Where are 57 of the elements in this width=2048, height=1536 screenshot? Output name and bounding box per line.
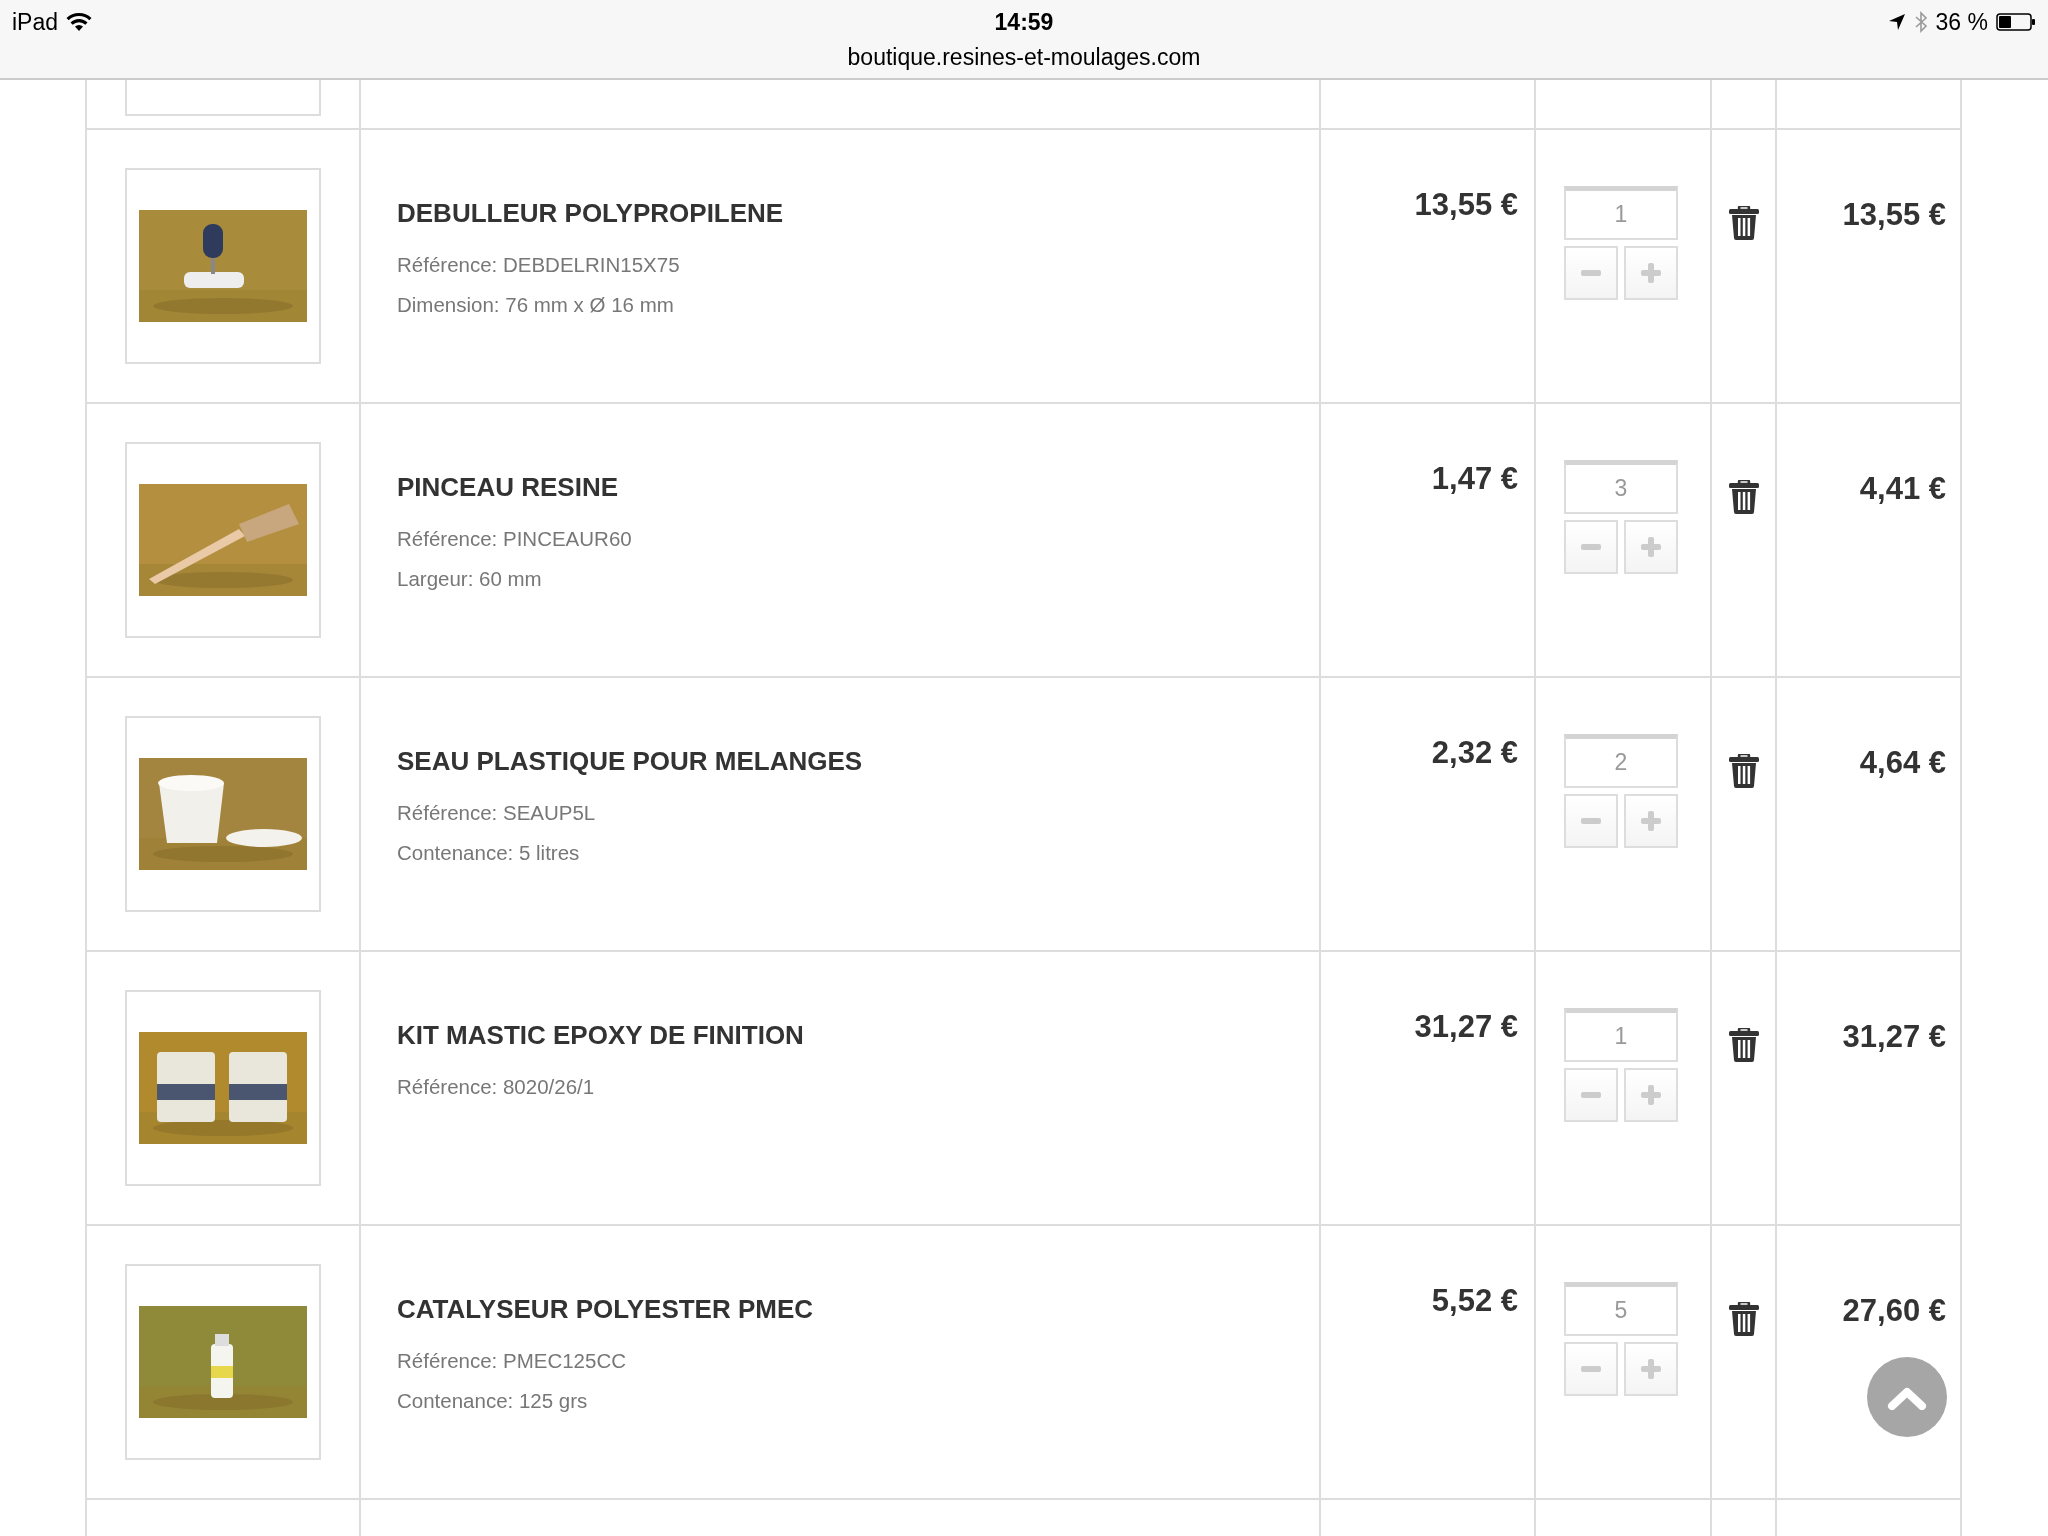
decrease-quantity-button[interactable] — [1564, 520, 1618, 574]
product-name[interactable]: CATALYSEUR POLYESTER PMEC — [397, 1290, 1319, 1329]
line-total: 27,60 € — [1842, 1293, 1946, 1328]
plus-icon — [1641, 811, 1661, 831]
line-total: 4,41 € — [1859, 471, 1946, 506]
product-detail: Référence: PMEC125CC — [397, 1348, 627, 1374]
trash-icon[interactable] — [1728, 1302, 1759, 1336]
plus-icon — [1641, 263, 1661, 283]
decrease-quantity-button[interactable] — [1564, 794, 1618, 848]
clock: 14:59 — [994, 7, 1054, 37]
trash-icon[interactable] — [1728, 754, 1759, 788]
line-total: 4,64 € — [1859, 745, 1946, 780]
product-detail: Largeur: 60 mm — [397, 566, 543, 592]
product-detail: Contenance: 5 litres — [397, 840, 581, 866]
product-name[interactable]: DEBULLEUR POLYPROPILENE — [397, 194, 1319, 233]
decrease-quantity-button[interactable] — [1564, 246, 1618, 300]
product-name[interactable]: KIT MASTIC EPOXY DE FINITION — [397, 1016, 1319, 1055]
increase-quantity-button[interactable] — [1624, 1342, 1678, 1396]
decrease-quantity-button[interactable] — [1564, 1342, 1618, 1396]
minus-icon — [1581, 544, 1601, 550]
unit-price: 13,55 € — [1414, 187, 1518, 222]
increase-quantity-button[interactable] — [1624, 520, 1678, 574]
trash-icon[interactable] — [1728, 1028, 1759, 1062]
address-bar-url[interactable]: boutique.resines-et-moulages.com — [847, 44, 1201, 70]
wifi-icon — [66, 12, 93, 32]
decrease-quantity-button[interactable] — [1564, 1068, 1618, 1122]
increase-quantity-button[interactable] — [1624, 794, 1678, 848]
location-arrow-icon — [1887, 13, 1906, 31]
device-name: iPad — [12, 7, 59, 37]
minus-icon — [1581, 270, 1601, 276]
plus-icon — [1641, 1359, 1661, 1379]
plus-icon — [1641, 537, 1661, 557]
product-detail: Dimension: 76 mm x Ø 16 mm — [397, 292, 675, 318]
unit-price: 5,52 € — [1431, 1283, 1518, 1318]
unit-price: 31,27 € — [1414, 1009, 1518, 1044]
line-total: 13,55 € — [1842, 197, 1946, 232]
product-detail: Référence: SEAUP5L — [397, 800, 597, 826]
increase-quantity-button[interactable] — [1624, 1068, 1678, 1122]
product-detail: Contenance: 125 grs — [397, 1388, 589, 1414]
minus-icon — [1581, 1366, 1601, 1372]
battery-percentage: 36 % — [1935, 7, 1988, 37]
increase-quantity-button[interactable] — [1624, 246, 1678, 300]
product-detail: Référence: DEBDELRIN15X75 — [397, 252, 681, 278]
trash-icon[interactable] — [1728, 480, 1759, 514]
unit-price: 2,32 € — [1431, 735, 1518, 770]
plus-icon — [1641, 1085, 1661, 1105]
product-detail: Référence: PINCEAUR60 — [397, 526, 633, 552]
minus-icon — [1581, 818, 1601, 824]
unit-price: 1,47 € — [1431, 461, 1518, 496]
product-detail: Référence: 8020/26/1 — [397, 1074, 596, 1100]
battery-icon — [1996, 12, 2036, 32]
bluetooth-icon — [1913, 11, 1928, 33]
line-total: 31,27 € — [1842, 1019, 1946, 1054]
minus-icon — [1581, 1092, 1601, 1098]
product-name[interactable]: PINCEAU RESINE — [397, 468, 1319, 507]
trash-icon[interactable] — [1728, 206, 1759, 240]
product-name[interactable]: SEAU PLASTIQUE POUR MELANGES — [397, 742, 1319, 781]
